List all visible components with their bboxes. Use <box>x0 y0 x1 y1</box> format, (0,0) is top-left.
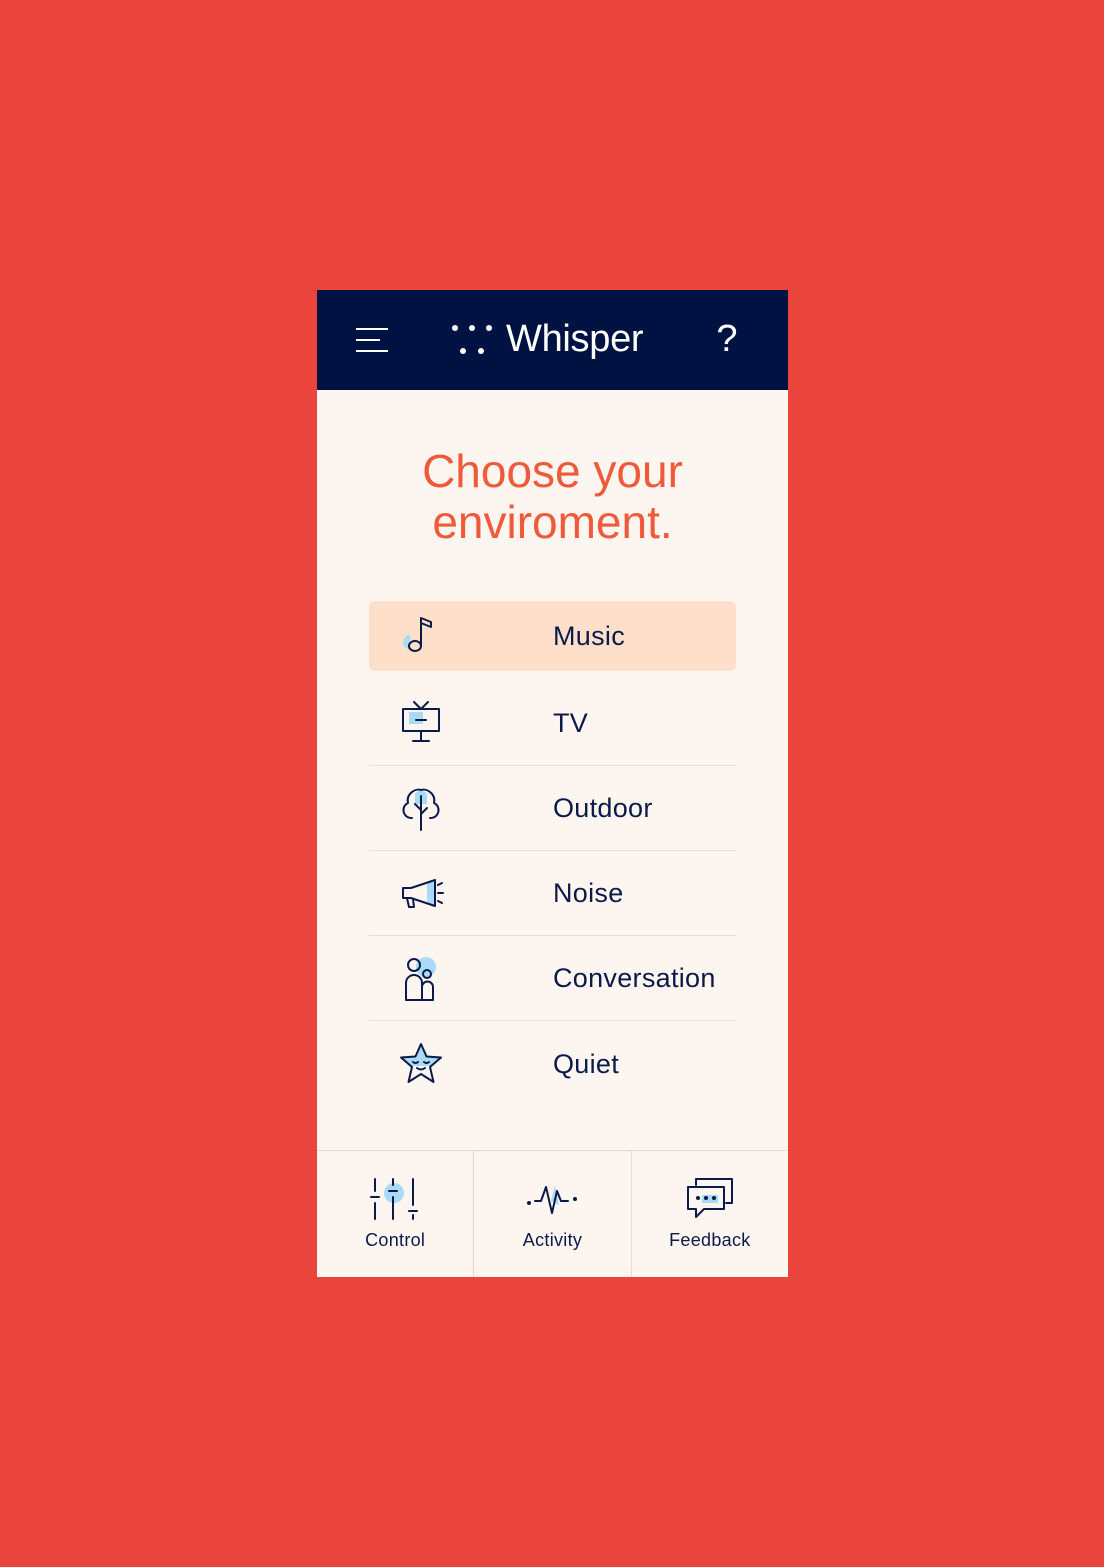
page-title-text: Choose your enviroment. <box>422 445 683 548</box>
nav-control[interactable]: Control <box>317 1151 473 1277</box>
tree-icon <box>402 788 440 831</box>
environment-option-noise[interactable]: Noise <box>369 851 736 936</box>
hamburger-menu-icon <box>356 328 388 352</box>
environment-label: Conversation <box>553 963 716 993</box>
chat-bubbles-icon <box>686 1178 733 1218</box>
music-note-icon <box>403 617 432 652</box>
environment-label: TV <box>553 708 589 738</box>
sleeping-star-icon <box>400 1042 442 1083</box>
environment-label: Outdoor <box>553 793 653 823</box>
app-screen: Whisper ? Choose your enviroment. Music <box>317 290 788 1277</box>
environment-option-tv[interactable]: TV <box>369 681 736 766</box>
environment-option-music[interactable]: Music <box>369 601 736 671</box>
environment-option-conversation[interactable]: Conversation <box>369 936 736 1021</box>
whisper-logo-icon <box>451 323 493 357</box>
nav-activity[interactable]: Activity <box>473 1151 630 1277</box>
sliders-icon <box>370 1178 419 1220</box>
nav-feedback[interactable]: Feedback <box>630 1151 788 1277</box>
top-bar: Whisper ? <box>317 290 788 390</box>
nav-label: Feedback <box>669 1230 751 1250</box>
environment-option-quiet[interactable]: Quiet <box>369 1021 736 1106</box>
app-name: Whisper <box>506 318 644 360</box>
environment-option-outdoor[interactable]: Outdoor <box>369 766 736 851</box>
bottom-navigation: Control Activity Feedback <box>317 1150 788 1277</box>
environment-label: Music <box>553 621 626 651</box>
page-title: Choose your enviroment. <box>317 446 788 548</box>
people-icon <box>405 957 436 1001</box>
nav-label: Control <box>365 1230 426 1250</box>
megaphone-icon <box>402 879 444 908</box>
pulse-icon <box>527 1185 578 1214</box>
help-button[interactable]: ? <box>715 316 739 362</box>
environment-label: Noise <box>553 878 624 908</box>
environment-list: Music TV Outdoor Noise Conversation Quie… <box>369 601 736 1106</box>
tv-icon <box>402 701 440 742</box>
environment-label: Quiet <box>553 1048 620 1079</box>
nav-label: Activity <box>522 1230 583 1250</box>
menu-button[interactable] <box>354 326 390 354</box>
